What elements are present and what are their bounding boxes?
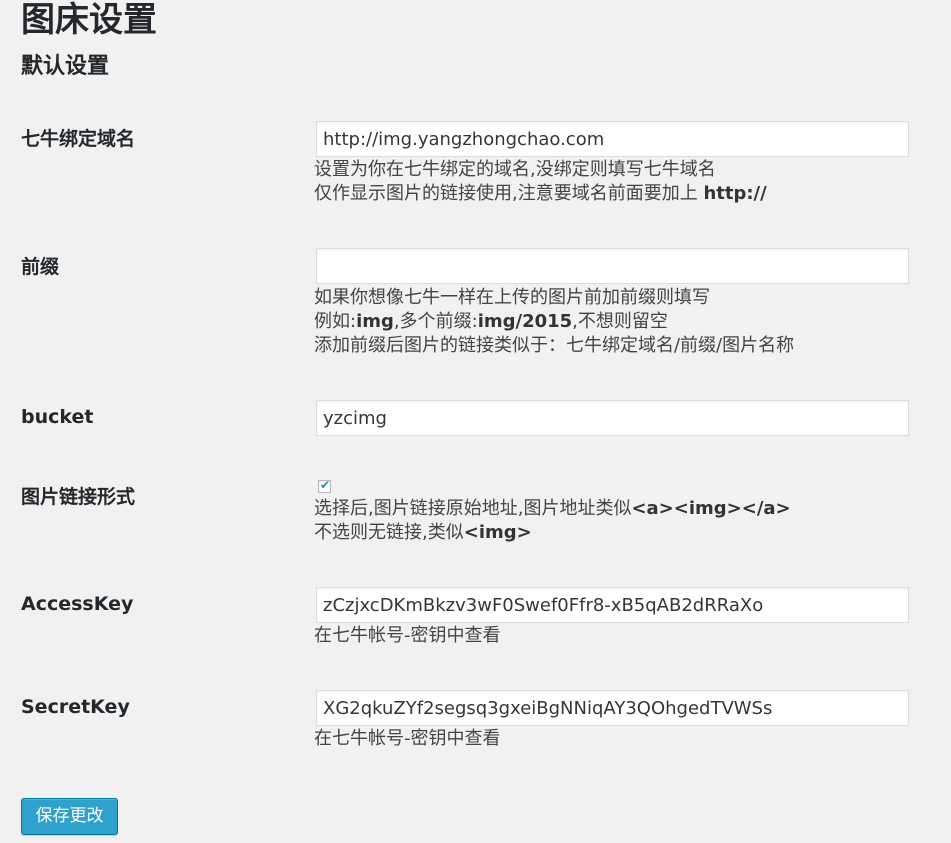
prefix-label: 前缀 bbox=[21, 256, 60, 278]
link-format-desc-line1-text: 选择后,图片链接原始地址,图片地址类似 bbox=[314, 498, 632, 519]
prefix-desc-line2-b: img bbox=[356, 311, 394, 332]
secret-key-description: 在七牛帐号-密钥中查看 bbox=[314, 728, 501, 749]
link-format-checkbox[interactable]: ✔ bbox=[318, 478, 331, 493]
prefix-input[interactable] bbox=[316, 248, 909, 284]
prefix-desc-line2-a: 例如: bbox=[314, 311, 357, 332]
prefix-description: 如果你想像七牛一样在上传的图片前加前缀则填写 例如:img,多个前缀:img/2… bbox=[314, 286, 794, 358]
link-format-label: 图片链接形式 bbox=[21, 486, 136, 508]
access-key-description: 在七牛帐号-密钥中查看 bbox=[314, 625, 501, 646]
domain-description: 设置为你在七牛绑定的域名,没绑定则填写七牛域名 仅作显示图片的链接使用,注意要域… bbox=[314, 158, 767, 206]
access-key-input[interactable] bbox=[316, 587, 909, 623]
prefix-desc-line3: 添加前缀后图片的链接类似于：七牛绑定域名/前缀/图片名称 bbox=[314, 335, 795, 356]
bucket-input[interactable] bbox=[316, 400, 909, 436]
section-title: 默认设置 bbox=[21, 54, 110, 79]
page-title: 图床设置 bbox=[21, 0, 157, 40]
bucket-label: bucket bbox=[21, 406, 94, 428]
domain-label: 七牛绑定域名 bbox=[21, 128, 136, 150]
link-format-desc-line1: 选择后,图片链接原始地址,图片地址类似<a><img></a> bbox=[314, 497, 791, 521]
link-format-desc-line2-bold: <img> bbox=[463, 522, 532, 543]
save-changes-button[interactable]: 保存更改 bbox=[21, 798, 118, 835]
domain-desc-line2-bold: http:// bbox=[703, 183, 767, 204]
domain-desc-line2: 仅作显示图片的链接使用,注意要域名前面要加上 http:// bbox=[314, 182, 767, 206]
link-format-description: 选择后,图片链接原始地址,图片地址类似<a><img></a> 不选则无链接,类… bbox=[314, 497, 791, 545]
secret-key-label: SecretKey bbox=[21, 696, 130, 718]
domain-input[interactable] bbox=[316, 121, 909, 157]
access-key-label: AccessKey bbox=[21, 593, 134, 615]
checkmark-icon: ✔ bbox=[320, 478, 331, 492]
prefix-desc-line1: 如果你想像七牛一样在上传的图片前加前缀则填写 bbox=[314, 287, 710, 308]
domain-desc-line1: 设置为你在七牛绑定的域名,没绑定则填写七牛域名 bbox=[314, 159, 716, 180]
prefix-desc-line2-e: ,不想则留空 bbox=[572, 311, 668, 332]
prefix-desc-line2-c: ,多个前缀: bbox=[393, 311, 478, 332]
prefix-desc-line2-d: img/2015 bbox=[477, 311, 573, 332]
domain-desc-line2-text: 仅作显示图片的链接使用,注意要域名前面要加上 bbox=[314, 183, 704, 204]
link-format-desc-line2: 不选则无链接,类似<img> bbox=[314, 521, 791, 545]
secret-key-input[interactable] bbox=[316, 690, 909, 726]
link-format-desc-line1-bold: <a><img></a> bbox=[631, 498, 791, 519]
prefix-desc-line2: 例如:img,多个前缀:img/2015,不想则留空 bbox=[314, 310, 794, 334]
link-format-desc-line2-text: 不选则无链接,类似 bbox=[314, 522, 464, 543]
